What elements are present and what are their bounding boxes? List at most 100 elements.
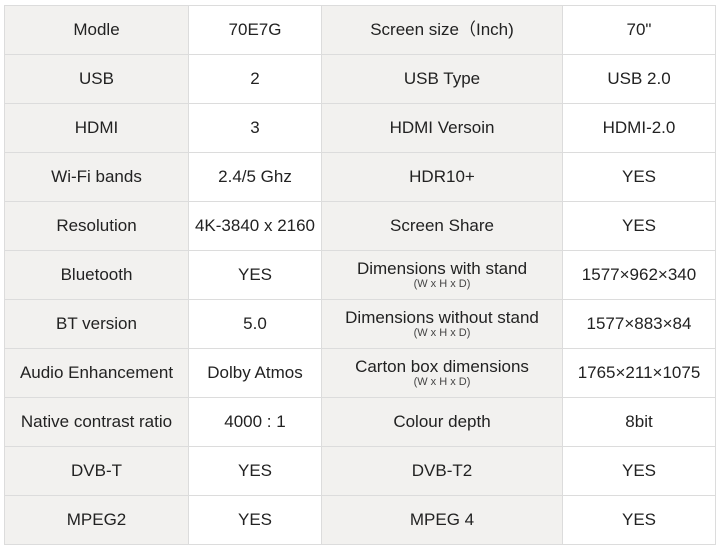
spec-label-left: Bluetooth [4,250,189,300]
spec-value-right: 1577×883×84 [562,299,716,349]
spec-value-right-text: 1765×211×1075 [577,363,701,383]
spec-value-right: 70" [562,5,716,55]
spec-value-left-text: YES [237,265,273,285]
spec-label-right-subtext: (W x H x D) [413,277,471,290]
spec-value-left: 70E7G [188,5,322,55]
spec-label-left-text: Audio Enhancement [19,363,174,383]
spec-value-right: YES [562,495,716,545]
spec-value-left: 5.0 [188,299,322,349]
spec-value-left-text: 70E7G [228,20,282,40]
spec-value-right-text: 1577×962×340 [581,265,697,285]
spec-label-right: DVB-T2 [321,446,563,496]
spec-label-right-text: Carton box dimensions [355,356,529,376]
spec-value-right-text: HDMI-2.0 [602,118,676,138]
spec-label-right-text: MPEG 4 [409,510,475,530]
spec-label-right-text: USB Type [403,69,481,89]
spec-label-left-text: USB [79,69,114,89]
table-row: MPEG2 YES MPEG 4 YES [4,495,716,545]
spec-label-right: HDR10+ [321,152,563,202]
spec-label-right-subtext: (W x H x D) [413,375,471,388]
spec-value-left: YES [188,495,322,545]
spec-value-left-text: Dolby Atmos [207,363,303,383]
table-row: Bluetooth YES Dimensions with stand (W x H … [4,250,716,300]
spec-label-right-text: Screen size（Inch) [370,20,514,40]
spec-label-right: Colour depth [321,397,563,447]
spec-label-left-text: Wi-Fi bands [51,167,142,187]
spec-label-right-text: Dimensions without stand [345,307,539,327]
table-row: USB 2 USB Type USB 2.0 [4,54,716,104]
spec-value-right: YES [562,446,716,496]
spec-label-left-text: HDMI [74,118,119,138]
spec-label-left-text: MPEG2 [66,510,127,530]
spec-label-left: HDMI [4,103,189,153]
spec-label-left: BT version [4,299,189,349]
spec-label-right-text: Screen Share [390,216,494,236]
spec-value-right: 8bit [562,397,716,447]
spec-value-right-text: USB 2.0 [607,69,671,89]
spec-value-left: 4000 : 1 [188,397,322,447]
spec-value-left-text: 5.0 [243,314,267,334]
spec-label-right-text: Dimensions with stand [356,258,528,278]
spec-value-right-text: 1577×883×84 [586,314,692,334]
spec-value-left: 2 [188,54,322,104]
spec-value-left: 2.4/5 Ghz [188,152,322,202]
spec-label-left: Modle [4,5,189,55]
table-row: BT version 5.0 Dimensions without stand (W … [4,299,716,349]
spec-label-right: Screen size（Inch) [321,5,563,55]
spec-value-left-text: YES [237,461,273,481]
spec-label-left: Wi-Fi bands [4,152,189,202]
spec-label-right: Carton box dimensions (W x H x D) [321,348,563,398]
spec-label-left-text: Native contrast ratio [20,412,173,432]
spec-label-left: DVB-T [4,446,189,496]
spec-label-right-text: HDMI Versoin [389,118,495,138]
spec-value-left-text: 3 [250,118,260,138]
spec-label-left-text: Modle [73,20,120,40]
table-row: Resolution 4K-3840 x 2160 Screen Share YES [4,201,716,251]
spec-value-right: YES [562,201,716,251]
spec-value-right: 1577×962×340 [562,250,716,300]
spec-value-left: 3 [188,103,322,153]
spec-value-right-text: YES [621,216,657,236]
spec-label-right: HDMI Versoin [321,103,563,153]
spec-label-right: Dimensions without stand (W x H x D) [321,299,563,349]
spec-label-right-text: DVB-T2 [411,461,473,481]
table-row: Wi-Fi bands 2.4/5 Ghz HDR10+ YES [4,152,716,202]
spec-label-left: MPEG2 [4,495,189,545]
spec-value-right: USB 2.0 [562,54,716,104]
spec-value-left: 4K-3840 x 2160 [188,201,322,251]
spec-value-right-text: 8bit [625,412,653,432]
spec-table-body: Modle 70E7G Screen size（Inch) 70" USB 2 USB Ty… [4,5,716,545]
spec-label-left-text: Bluetooth [60,265,133,285]
spec-label-right-text: HDR10+ [409,167,475,187]
spec-value-left: YES [188,446,322,496]
spec-table: Modle 70E7G Screen size（Inch) 70" USB 2 USB Ty… [4,5,716,545]
table-row: DVB-T YES DVB-T2 YES [4,446,716,496]
spec-value-right-text: 70" [626,20,652,40]
table-row: Modle 70E7G Screen size（Inch) 70" [4,5,716,55]
spec-label-left: USB [4,54,189,104]
spec-value-left-text: 4000 : 1 [224,412,286,432]
spec-label-left: Native contrast ratio [4,397,189,447]
table-row: Audio Enhancement Dolby Atmos Carton box d… [4,348,716,398]
spec-label-left-text: Resolution [56,216,137,236]
spec-value-right-text: YES [621,510,657,530]
spec-value-right-text: YES [621,167,657,187]
spec-label-left: Audio Enhancement [4,348,189,398]
spec-label-right: Screen Share [321,201,563,251]
spec-value-left-text: 4K-3840 x 2160 [194,216,316,236]
spec-label-right: Dimensions with stand (W x H x D) [321,250,563,300]
spec-value-left-text: 2 [250,69,260,89]
spec-value-left: YES [188,250,322,300]
table-row: HDMI 3 HDMI Versoin HDMI-2.0 [4,103,716,153]
spec-value-left: Dolby Atmos [188,348,322,398]
spec-value-left-text: YES [237,510,273,530]
spec-label-left-text: DVB-T [71,461,122,481]
spec-label-right-text: Colour depth [393,412,491,432]
spec-label-right: USB Type [321,54,563,104]
spec-value-right: HDMI-2.0 [562,103,716,153]
table-row: Native contrast ratio 4000 : 1 Colour dept… [4,397,716,447]
spec-value-right-text: YES [621,461,657,481]
spec-value-left-text: 2.4/5 Ghz [218,167,292,187]
spec-label-left-text: BT version [56,314,137,334]
spec-label-right: MPEG 4 [321,495,563,545]
